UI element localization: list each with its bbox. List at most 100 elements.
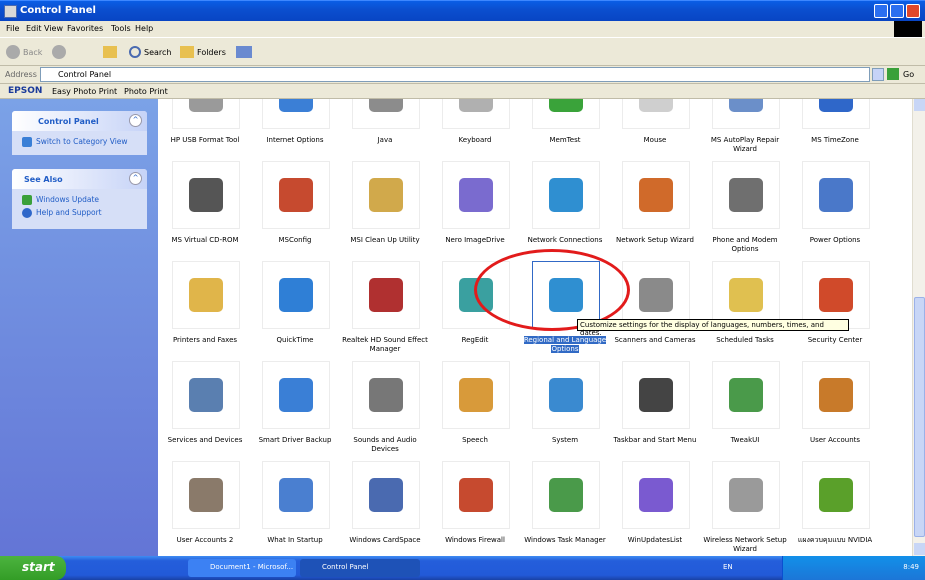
control-panel-item[interactable]: Smart Driver Backup [250,361,340,461]
control-panel-item[interactable]: Scheduled Tasks [700,261,790,361]
taskbar-item-document[interactable]: Document1 - Microsof... [188,559,296,577]
taskbar-item-control-panel[interactable]: Control Panel [300,559,420,577]
menu-favorites[interactable]: Favorites [67,24,103,33]
control-panel-item[interactable]: MSI Clean Up Utility [340,161,430,261]
address-field[interactable]: Control Panel [40,67,870,82]
control-panel-item[interactable]: Network Setup Wizard [610,161,700,261]
control-panel-item[interactable]: HP USB Format Tool [160,99,250,161]
windows-update-link[interactable]: Windows Update [12,195,147,208]
menu-view[interactable]: View [44,24,63,33]
applet-icon [279,178,313,212]
control-panel-item[interactable]: WinUpdatesList [610,461,700,556]
close-button[interactable] [906,4,920,18]
item-label-text: TweakUI [730,436,760,444]
photo-print-button[interactable]: Photo Print [124,87,168,96]
folders-button[interactable]: Folders [180,43,226,61]
control-panel-item[interactable]: Security Center [790,261,880,361]
item-icon-frame [172,161,240,229]
control-panel-item[interactable]: Nero ImageDrive [430,161,520,261]
control-panel-item[interactable]: Mouse [610,99,700,161]
item-icon-frame [442,99,510,129]
views-button[interactable] [236,43,252,61]
vertical-scrollbar[interactable] [912,99,925,556]
control-panel-item[interactable]: Services and Devices [160,361,250,461]
control-panel-item[interactable]: Network Connections [520,161,610,261]
control-panel-item[interactable]: Power Options [790,161,880,261]
control-panel-item[interactable]: What In Startup [250,461,340,556]
up-folder-button[interactable] [103,43,117,61]
control-panel-item[interactable]: TweakUI [700,361,790,461]
title-bar[interactable]: Control Panel [0,0,925,21]
search-button[interactable]: Search [129,43,171,61]
control-panel-item[interactable]: Java [340,99,430,161]
item-label: User Accounts [790,436,880,445]
item-icon-frame [622,361,690,429]
control-panel-item[interactable]: System [520,361,610,461]
item-icon-frame [352,99,420,129]
scroll-down-button[interactable] [914,543,925,555]
maximize-button[interactable] [890,4,904,18]
panel-title: Control Panel [38,117,99,126]
forward-button[interactable] [52,43,66,61]
item-label-text: Wireless Network Setup Wizard [703,536,787,553]
scroll-up-button[interactable] [914,99,925,111]
control-panel-item[interactable]: แผงควบคุมแบบ NVIDIA [790,461,880,556]
control-panel-item[interactable]: MS TimeZone [790,99,880,161]
help-support-link[interactable]: Help and Support [12,208,147,221]
easy-photo-print-button[interactable]: Easy Photo Print [52,87,117,96]
control-panel-item[interactable]: User Accounts [790,361,880,461]
applet-icon [279,278,313,312]
item-label-text: Scanners and Cameras [614,336,696,344]
control-panel-item[interactable]: Sounds and Audio Devices [340,361,430,461]
go-button[interactable]: Go [887,68,922,81]
minimize-button[interactable] [874,4,888,18]
language-indicator[interactable]: EN [723,563,733,571]
scrollbar-thumb[interactable] [914,297,925,537]
control-panel-item[interactable]: Windows Firewall [430,461,520,556]
control-panel-item[interactable]: MemTest [520,99,610,161]
control-panel-item[interactable]: Internet Options [250,99,340,161]
control-panel-item[interactable]: Phone and Modem Options [700,161,790,261]
control-panel-item[interactable]: Taskbar and Start Menu [610,361,700,461]
control-panel-item[interactable]: Windows Task Manager [520,461,610,556]
item-label: Internet Options [250,136,340,145]
item-label: MS TimeZone [790,136,880,145]
applet-icon [549,478,583,512]
item-icon-frame [262,461,330,529]
control-panel-item[interactable]: Realtek HD Sound Effect Manager [340,261,430,361]
menu-file[interactable]: File [6,24,19,33]
start-button[interactable]: start [0,556,66,580]
item-label: Taskbar and Start Menu [610,436,700,445]
control-panel-item[interactable]: Wireless Network Setup Wizard [700,461,790,556]
windows-update-icon [22,195,32,205]
control-panel-item[interactable]: MSConfig [250,161,340,261]
menu-help[interactable]: Help [135,24,153,33]
quick-launch [76,562,156,574]
menu-edit[interactable]: Edit [26,24,42,33]
control-panel-item[interactable]: QuickTime [250,261,340,361]
collapse-button[interactable]: ^ [129,172,142,185]
control-panel-item[interactable]: Speech [430,361,520,461]
control-panel-item[interactable]: User Accounts 2 [160,461,250,556]
item-icon-frame [712,99,780,129]
applet-icon [189,178,223,212]
control-panel-item[interactable]: MS AutoPlay Repair Wizard [700,99,790,161]
item-icon-frame [442,461,510,529]
item-icon-frame [802,361,870,429]
switch-category-view-link[interactable]: Switch to Category View [12,137,147,150]
back-button[interactable]: Back [6,43,42,61]
control-panel-item[interactable]: Printers and Faxes [160,261,250,361]
menu-tools[interactable]: Tools [111,24,131,33]
applet-icon [369,378,403,412]
go-arrow-icon [887,68,899,80]
control-panel-item[interactable]: MS Virtual CD-ROM [160,161,250,261]
address-dropdown-button[interactable] [872,68,884,81]
control-panel-item[interactable]: Windows CardSpace [340,461,430,556]
item-label: Services and Devices [160,436,250,445]
collapse-button[interactable]: ^ [129,114,142,127]
item-label: HP USB Format Tool [160,136,250,145]
item-icon-frame [532,461,600,529]
control-panel-item[interactable]: Keyboard [430,99,520,161]
item-label: MemTest [520,136,610,145]
applet-icon [729,378,763,412]
